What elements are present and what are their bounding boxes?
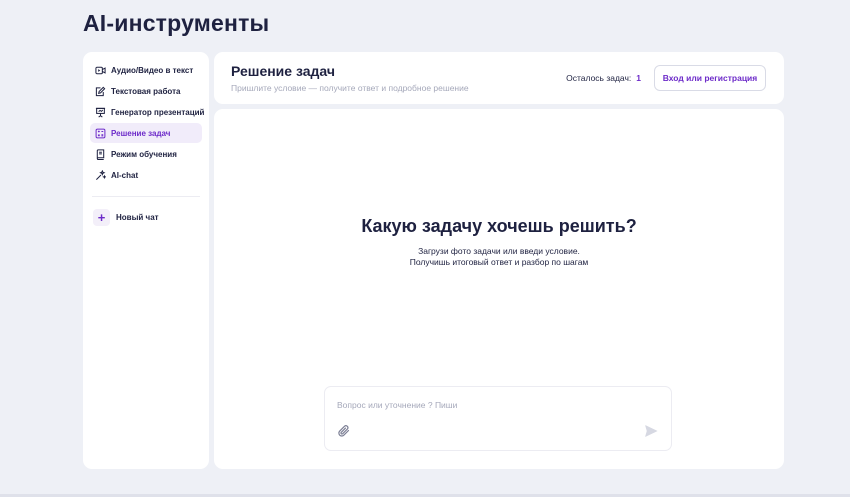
empty-state-line-2: Получишь итоговый ответ и разбор по шага… (409, 257, 589, 267)
plus-icon: + (93, 208, 110, 226)
sidebar-item-label: Аудио/Видео в текст (111, 65, 194, 75)
empty-state-line-1: Загрузи фото задачи или введи условие. (418, 246, 580, 256)
sidebar-divider (92, 196, 200, 197)
login-register-button[interactable]: Вход или регистрация (654, 65, 766, 91)
new-chat-button[interactable]: + Новый чат (90, 208, 202, 226)
chat-area: Какую задачу хочешь решить? Загрузи фото… (214, 109, 784, 469)
page-title: AI-инструменты (83, 10, 270, 36)
new-chat-label: Новый чат (116, 212, 159, 222)
sidebar: Аудио/Видео в текст Текстовая работа Ген… (83, 52, 209, 469)
sidebar-item-learning-mode[interactable]: Режим обучения (90, 144, 202, 164)
remaining-count: 1 (636, 73, 641, 83)
presentation-icon (95, 107, 106, 117)
sidebar-item-label: AI-chat (111, 170, 139, 180)
edit-document-icon (95, 86, 106, 96)
remaining-tasks: Осталось задач: 1 (566, 73, 641, 83)
video-icon (95, 66, 106, 74)
sidebar-item-ai-chat[interactable]: AI-chat (90, 165, 202, 185)
sparkle-icon (96, 169, 106, 180)
sidebar-item-audio-video[interactable]: Аудио/Видео в текст (90, 60, 202, 80)
message-input[interactable] (337, 397, 647, 413)
message-composer (324, 386, 672, 451)
sidebar-item-text-work[interactable]: Текстовая работа (90, 81, 202, 101)
remaining-label: Осталось задач: (566, 73, 632, 83)
sidebar-item-label: Режим обучения (111, 149, 177, 159)
paperclip-icon[interactable] (337, 424, 351, 438)
calculator-icon (95, 128, 106, 138)
sidebar-item-presentations[interactable]: Генератор презентаций (90, 102, 205, 122)
sidebar-item-label: Решение задач (111, 128, 171, 138)
tool-title: Решение задач (231, 63, 335, 79)
sidebar-item-label: Текстовая работа (111, 86, 181, 96)
empty-state-heading: Какую задачу хочешь решить? (361, 216, 637, 236)
tool-header: Решение задач Пришлите условие — получит… (214, 52, 784, 104)
sidebar-item-label: Генератор презентаций (111, 107, 205, 117)
sidebar-item-problem-solving[interactable]: Решение задач (90, 123, 202, 143)
book-icon (96, 148, 105, 160)
tool-subtitle: Пришлите условие — получите ответ и подр… (231, 83, 469, 93)
send-icon[interactable] (644, 424, 658, 438)
